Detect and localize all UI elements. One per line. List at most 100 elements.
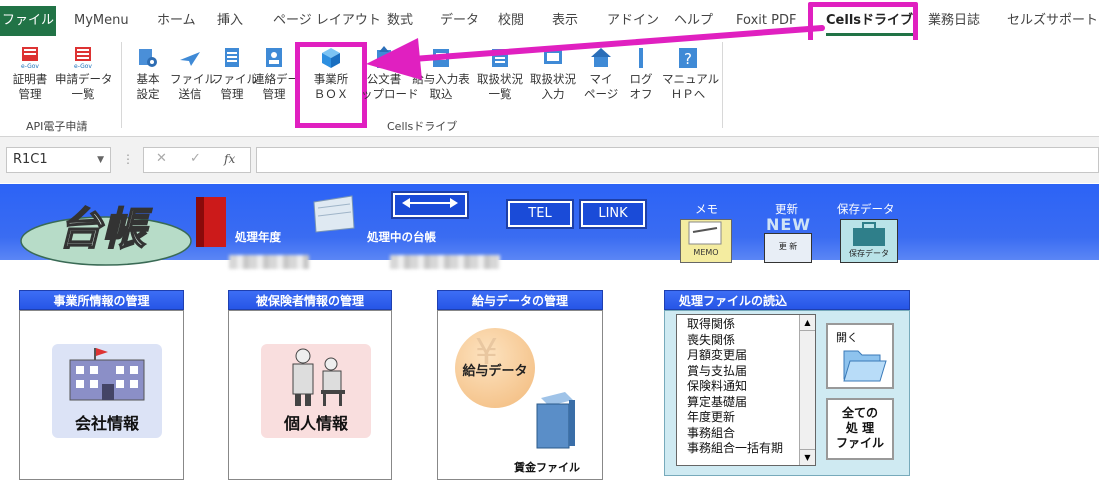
- contact-icon: [266, 48, 282, 67]
- update-button[interactable]: NEW 更 新: [760, 215, 818, 263]
- pointer-arrow-icon: [366, 25, 825, 80]
- tab-insert[interactable]: 挿入: [217, 8, 243, 34]
- application-label-2: 一覧: [71, 87, 95, 101]
- file-manage-label-1: ファイル: [212, 72, 258, 86]
- all-files-label-1: 全ての: [841, 406, 878, 420]
- company-panel-title: 事業所情報の管理: [19, 290, 184, 310]
- cells-group-label: Cellsドライブ: [387, 120, 458, 133]
- file-manage-label-2: 管理: [220, 87, 244, 101]
- briefcase-icon: [853, 222, 885, 246]
- memo-pad-icon: [688, 221, 722, 245]
- processing-ledger-label: 処理中の台帳: [367, 230, 436, 244]
- open-file-button[interactable]: 開く: [826, 323, 894, 389]
- tel-button[interactable]: TEL: [506, 199, 574, 229]
- file-send-label-2: 送信: [178, 87, 202, 101]
- document-icon: [225, 48, 239, 67]
- processing-ledger-value: [390, 255, 500, 269]
- tab-file[interactable]: ファイル: [0, 6, 56, 36]
- scroll-down-icon[interactable]: ▼: [800, 449, 815, 465]
- new-text: NEW: [766, 215, 811, 234]
- salary-data-label: 給与データ: [462, 364, 528, 379]
- certificate-icon: e-Gov: [21, 47, 39, 70]
- wage-ledger-icon[interactable]: [533, 390, 579, 452]
- company-info-button[interactable]: 会社情報: [52, 344, 162, 438]
- red-binder-icon: [196, 197, 226, 247]
- insert-function-icon[interactable]: fx: [224, 152, 235, 166]
- save-data-button[interactable]: 保存データ: [840, 219, 898, 263]
- logoff-label-2: オフ: [629, 87, 653, 101]
- memo-icon-text: MEMO: [693, 248, 719, 257]
- enter-icon[interactable]: ✓: [190, 151, 201, 166]
- salary-panel-title: 給与データの管理: [437, 290, 603, 310]
- list-item[interactable]: 賞与支払届: [677, 364, 815, 380]
- api-group-label: API電子申請: [26, 120, 88, 133]
- calendar-icon: [313, 195, 355, 233]
- svg-text:e-Gov: e-Gov: [21, 63, 39, 70]
- memo-button[interactable]: MEMO: [680, 219, 732, 263]
- list-scrollbar[interactable]: ▲ ▼: [799, 315, 815, 465]
- application-data-list-button[interactable]: e-Gov 申請データ 一覧: [55, 46, 113, 102]
- group-separator: [121, 42, 122, 128]
- company-info-label: 会社情報: [74, 414, 139, 433]
- personal-info-label: 個人情報: [283, 414, 348, 433]
- personal-info-button[interactable]: 個人情報: [261, 344, 371, 438]
- building-icon: [69, 348, 145, 401]
- list-item[interactable]: 月額変更届: [677, 348, 815, 364]
- salary-import-label-2: 取込: [429, 87, 453, 101]
- list-item[interactable]: 取得関係: [677, 317, 815, 333]
- cancel-icon[interactable]: ✕: [156, 151, 167, 166]
- file-manage-button[interactable]: ファイル 管理: [212, 46, 258, 102]
- files-panel-title: 処理ファイルの読込: [664, 290, 910, 310]
- status-list-label-2: 一覧: [488, 87, 512, 101]
- insured-panel-title: 被保険者情報の管理: [228, 290, 392, 310]
- list-item[interactable]: 事務組合: [677, 426, 815, 442]
- all-process-files-button[interactable]: 全ての 処 理 ファイル: [826, 398, 894, 460]
- formula-buttons: ✕ ✓ fx: [143, 147, 251, 173]
- memo-caption: メモ: [695, 202, 718, 216]
- application-label-1: 申請データ: [55, 72, 113, 86]
- name-box[interactable]: R1C1 ▼: [6, 147, 111, 173]
- daicho-logo: 台帳: [20, 203, 192, 266]
- file-send-label-1: ファイル: [170, 72, 216, 86]
- double-arrow-icon: [402, 198, 458, 208]
- name-box-value: R1C1: [13, 152, 48, 167]
- settings-icon: [139, 49, 157, 67]
- file-send-button[interactable]: ファイル 送信: [170, 46, 216, 102]
- basic-settings-button[interactable]: 基本 設定: [133, 46, 163, 102]
- manual-label-2: ＨＰへ: [670, 87, 706, 101]
- process-file-items: 取得関係 喪失関係 月額変更届 賞与支払届 保険料通知 算定基礎届 年度更新 事務組合 事務組合…: [677, 315, 815, 457]
- my-page-label-2: ページ: [584, 87, 619, 101]
- svg-text:e-Gov: e-Gov: [74, 63, 92, 70]
- formula-input[interactable]: [256, 147, 1099, 173]
- tab-work-diary[interactable]: 業務日誌: [928, 8, 980, 34]
- all-files-label-2: 処 理: [845, 421, 875, 435]
- list-item[interactable]: 保険料通知: [677, 379, 815, 395]
- people-icon: [292, 348, 345, 406]
- tab-home[interactable]: ホーム: [157, 8, 196, 34]
- link-button[interactable]: LINK: [579, 199, 647, 229]
- certificate-manage-button[interactable]: e-Gov 証明書 管理: [12, 46, 48, 102]
- certificate-label-2: 管理: [18, 87, 42, 101]
- contact-data-manage-button[interactable]: 連絡デー 管理: [253, 46, 299, 102]
- save-data-caption: 保存データ: [837, 202, 895, 216]
- save-icon-text: 保存データ: [849, 249, 889, 258]
- list-item[interactable]: 年度更新: [677, 410, 815, 426]
- processing-year-value: [229, 255, 309, 269]
- application-list-icon: e-Gov: [74, 47, 92, 70]
- list-item[interactable]: 喪失関係: [677, 333, 815, 349]
- expand-width-button[interactable]: [391, 191, 469, 219]
- basic-label-2: 設定: [136, 87, 160, 101]
- list-item[interactable]: 事務組合一括有期: [677, 441, 815, 457]
- basic-label-1: 基本: [136, 72, 160, 86]
- salary-data-button[interactable]: ¥ 給与データ: [455, 328, 535, 408]
- chevron-down-icon[interactable]: ▼: [97, 148, 104, 172]
- list-item[interactable]: 算定基礎届: [677, 395, 815, 411]
- tab-cells-support[interactable]: セルズサポート: [1007, 8, 1098, 34]
- scroll-up-icon[interactable]: ▲: [800, 315, 815, 331]
- send-icon: [180, 52, 200, 66]
- tab-mymenu[interactable]: MyMenu: [74, 8, 129, 34]
- update-icon-text: 更 新: [764, 233, 812, 263]
- formula-bar-grip: ⋮: [122, 152, 134, 166]
- process-file-list[interactable]: 取得関係 喪失関係 月額変更届 賞与支払届 保険料通知 算定基礎届 年度更新 事務組合 事務組合…: [676, 314, 816, 466]
- contact-label-1: 連絡デー: [253, 72, 299, 86]
